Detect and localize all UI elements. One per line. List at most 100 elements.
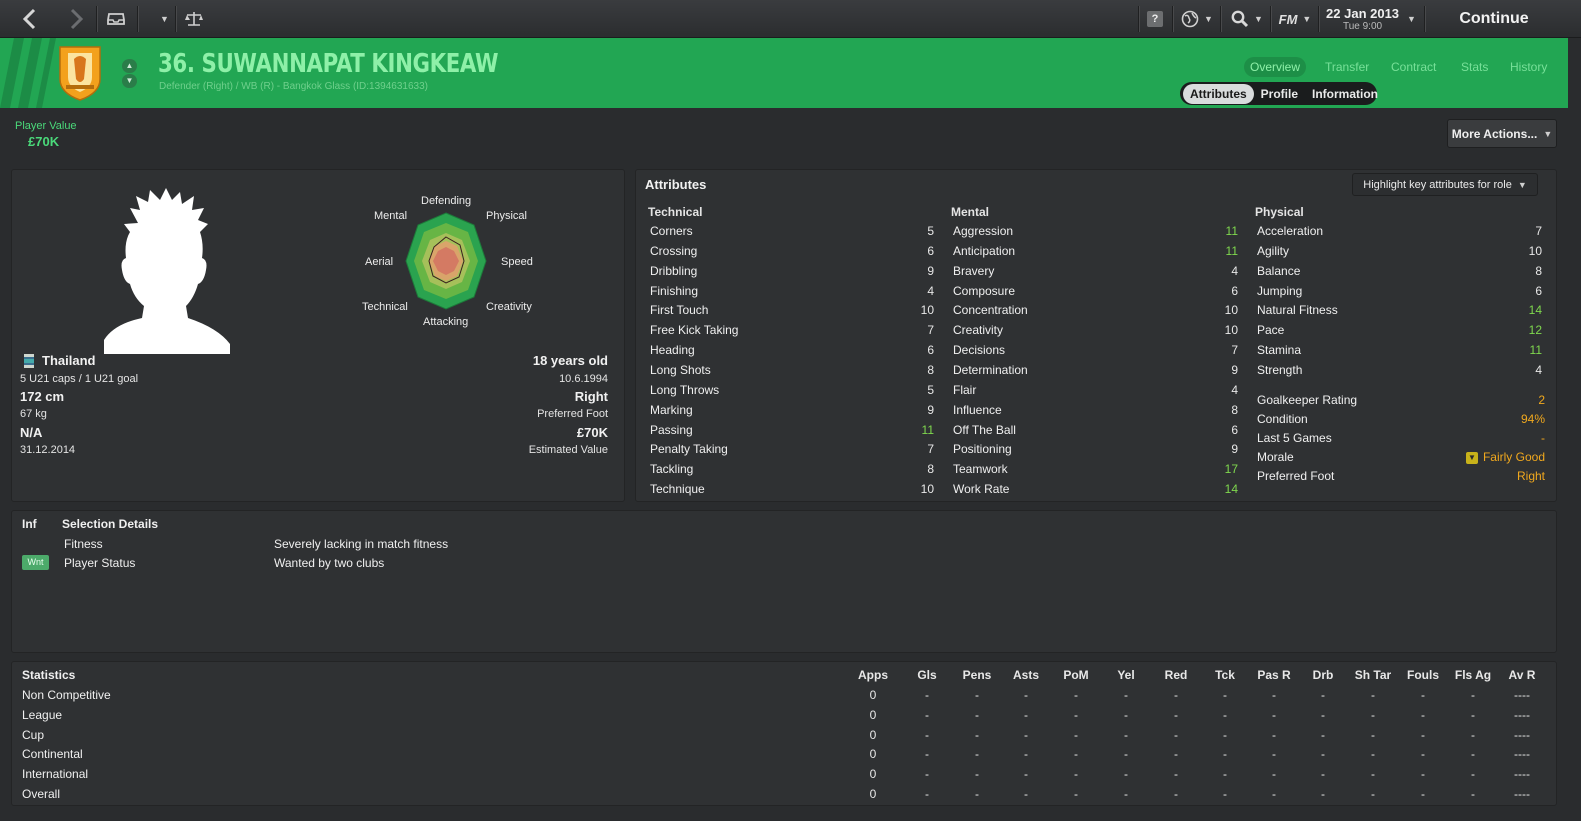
world-button[interactable]: ▼	[1180, 0, 1214, 38]
fm-menu-button[interactable]: FM ▼	[1276, 0, 1314, 38]
subtab-profile[interactable]: Profile	[1254, 84, 1305, 104]
stat-column-header[interactable]: Pens	[952, 668, 1002, 682]
stat-column-header[interactable]: Asts	[1001, 668, 1051, 682]
stat-cell: -	[1024, 707, 1028, 722]
attribute-value: 8	[927, 462, 934, 477]
tab-history[interactable]: History	[1510, 60, 1547, 74]
stat-column-header[interactable]: Yel	[1101, 668, 1151, 682]
stat-cell: -	[1421, 767, 1425, 782]
tab-contract[interactable]: Contract	[1391, 60, 1436, 74]
wanted-badge: Wnt	[22, 555, 49, 570]
stat-column-header[interactable]: Pas R	[1249, 668, 1299, 682]
attribute-row[interactable]: Influence 8	[953, 401, 1238, 419]
nationality-row[interactable]: Thailand	[20, 353, 95, 368]
back-button[interactable]	[14, 0, 44, 38]
stat-column-header[interactable]: Fouls	[1398, 668, 1448, 682]
attribute-row[interactable]: Creativity 10	[953, 321, 1238, 339]
next-player-button[interactable]: ▼	[122, 74, 137, 88]
attribute-row[interactable]: Long Throws 5	[650, 381, 934, 399]
tab-overview[interactable]: Overview	[1244, 57, 1307, 77]
inbox-button[interactable]	[103, 0, 129, 38]
attribute-row[interactable]: Pace 12	[1257, 321, 1542, 339]
attribute-row[interactable]: Off The Ball 6	[953, 421, 1238, 439]
attribute-row[interactable]: Teamwork 17	[953, 460, 1238, 478]
caret-down-icon: ▼	[1517, 179, 1527, 190]
attribute-row[interactable]: Decisions 7	[953, 341, 1238, 359]
attribute-row[interactable]: Morale ▼ Fairly Good	[1257, 448, 1545, 466]
stat-column-header[interactable]: Fls Ag	[1448, 668, 1498, 682]
more-actions-button[interactable]: More Actions... ▼	[1447, 119, 1557, 148]
radar-label-technical: Technical	[362, 301, 408, 313]
attribute-row[interactable]: Condition 94%	[1257, 410, 1545, 428]
attribute-row[interactable]: Composure 6	[953, 282, 1238, 300]
attribute-row[interactable]: Last 5 Games -	[1257, 429, 1545, 447]
attribute-row[interactable]: Goalkeeper Rating 2	[1257, 391, 1545, 409]
attribute-row[interactable]: Positioning 9	[953, 440, 1238, 458]
attribute-row[interactable]: Passing 11	[650, 421, 934, 439]
top-bar: ▼ ? ▼ ▼ FM ▼ 22 Jan 2013 Tue 9:00 ▼ Cont…	[0, 0, 1581, 38]
attribute-row[interactable]: Bravery 4	[953, 262, 1238, 280]
attribute-row[interactable]: Concentration 10	[953, 301, 1238, 319]
attribute-row[interactable]: Aggression 11	[953, 222, 1238, 240]
stat-column-header[interactable]: Drb	[1298, 668, 1348, 682]
attribute-row[interactable]: Jumping 6	[1257, 282, 1542, 300]
compare-button[interactable]	[182, 0, 206, 38]
attribute-row[interactable]: Corners 5	[650, 222, 934, 240]
date-button[interactable]: 22 Jan 2013 Tue 9:00 ▼	[1326, 0, 1416, 38]
stat-cell: -	[1421, 727, 1425, 742]
stat-column-header[interactable]: PoM	[1051, 668, 1101, 682]
search-button[interactable]: ▼	[1228, 0, 1266, 38]
attribute-row[interactable]: Acceleration 7	[1257, 222, 1542, 240]
attribute-row[interactable]: Preferred Foot Right	[1257, 467, 1545, 485]
attribute-row[interactable]: Agility 10	[1257, 242, 1542, 260]
menu-dropdown-button[interactable]: ▼	[152, 0, 172, 38]
stat-cell: -	[1024, 767, 1028, 782]
attribute-row[interactable]: Strength 4	[1257, 361, 1542, 379]
stat-column-header[interactable]: Red	[1151, 668, 1201, 682]
attribute-row[interactable]: Determination 9	[953, 361, 1238, 379]
attribute-row[interactable]: Balance 8	[1257, 262, 1542, 280]
continue-button[interactable]: Continue	[1430, 0, 1558, 38]
highlight-role-button[interactable]: Highlight key attributes for role ▼	[1352, 173, 1538, 196]
attribute-row[interactable]: Marking 9	[650, 401, 934, 419]
attribute-row[interactable]: Free Kick Taking 7	[650, 321, 934, 339]
attribute-row[interactable]: Technique 10	[650, 480, 934, 498]
search-icon	[1231, 10, 1249, 28]
stat-column-header[interactable]: Sh Tar	[1348, 668, 1398, 682]
attribute-row[interactable]: First Touch 10	[650, 301, 934, 319]
subtab-information[interactable]: Information	[1305, 84, 1385, 104]
scales-icon	[185, 12, 203, 26]
attribute-row[interactable]: Stamina 11	[1257, 341, 1542, 359]
player-navigator[interactable]: ▲ ▼	[122, 59, 137, 88]
stat-column-header[interactable]: Tck	[1200, 668, 1250, 682]
estimated-value-label: Estimated Value	[528, 444, 608, 456]
attribute-row[interactable]: Tackling 8	[650, 460, 934, 478]
previous-player-button[interactable]: ▲	[122, 59, 137, 73]
stat-column-header[interactable]: Apps	[848, 668, 898, 682]
tab-stats[interactable]: Stats	[1461, 60, 1488, 74]
attribute-row[interactable]: Penalty Taking 7	[650, 440, 934, 458]
help-button[interactable]: ?	[1145, 0, 1165, 38]
subtab-attributes[interactable]: Attributes	[1183, 83, 1254, 104]
tab-transfer[interactable]: Transfer	[1325, 60, 1369, 74]
attribute-row[interactable]: Anticipation 11	[953, 242, 1238, 260]
stat-column-header[interactable]: Av R	[1497, 668, 1547, 682]
forward-button[interactable]	[62, 0, 92, 38]
attribute-row[interactable]: Natural Fitness 14	[1257, 301, 1542, 319]
attribute-row[interactable]: Finishing 4	[650, 282, 934, 300]
stat-cell: -	[1223, 767, 1227, 782]
attribute-value: 10	[920, 303, 934, 318]
attribute-row[interactable]: Long Shots 8	[650, 361, 934, 379]
stat-cell: -	[1124, 747, 1128, 762]
attribute-row[interactable]: Work Rate 14	[953, 480, 1238, 498]
stat-cell: -	[1223, 688, 1227, 702]
attribute-row[interactable]: Crossing 6	[650, 242, 934, 260]
stat-cell: ----	[1514, 767, 1530, 782]
attribute-value: 10	[1224, 303, 1238, 318]
attribute-row[interactable]: Dribbling 9	[650, 262, 934, 280]
stat-cell: -	[975, 747, 979, 762]
attribute-name: Teamwork	[953, 462, 1008, 477]
attribute-row[interactable]: Heading 6	[650, 341, 934, 359]
attribute-row[interactable]: Flair 4	[953, 381, 1238, 399]
stat-column-header[interactable]: Gls	[902, 668, 952, 682]
